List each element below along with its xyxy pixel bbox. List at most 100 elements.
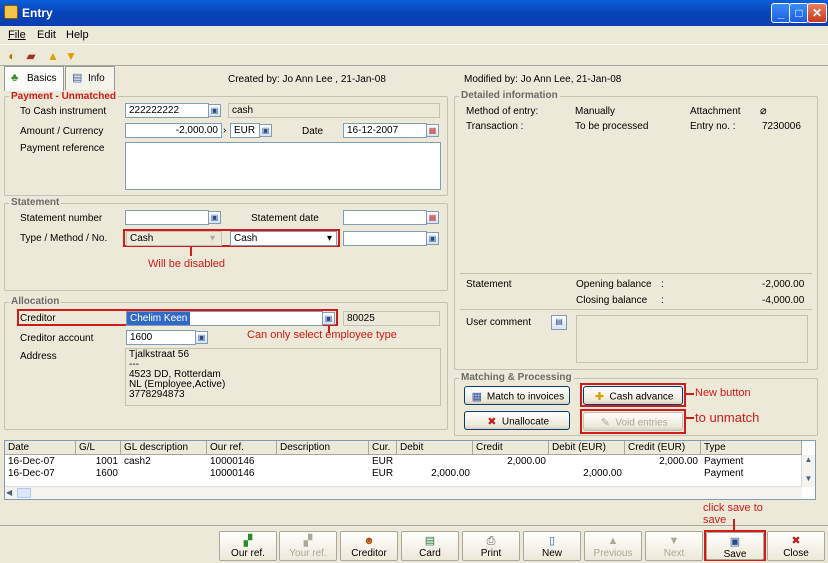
unallocate-button[interactable]: ✖ Unallocate — [464, 411, 570, 430]
arrow-up-icon[interactable]: ▲ — [46, 49, 60, 63]
detailed-info-title: Detailed information — [459, 90, 560, 101]
card-icon: ▤ — [424, 535, 436, 547]
user-comment-box[interactable] — [576, 315, 808, 363]
statement-no-input[interactable] — [343, 231, 427, 246]
statement-date-label: Statement date — [251, 213, 319, 224]
method-select[interactable]: Cash — [230, 231, 337, 246]
creditor-account-label: Creditor account — [20, 333, 94, 344]
closing-balance-value: -4,000.00 — [762, 295, 805, 306]
currency-input[interactable]: EUR — [230, 123, 260, 138]
type-method-label: Type / Method / No. — [20, 233, 108, 244]
column-header[interactable]: Our ref. — [207, 441, 277, 455]
statement-balance-label: Statement — [466, 279, 512, 290]
basics-icon: ♣ — [11, 72, 19, 84]
type-select[interactable]: Cash — [126, 231, 222, 246]
person-icon: ☻ — [363, 535, 375, 547]
statement-date-input[interactable] — [343, 210, 427, 225]
cell-currency: EUR — [372, 468, 394, 479]
payment-title: Payment - Unmatched — [9, 91, 119, 102]
previous-button[interactable]: ▲ Previous — [584, 531, 642, 561]
back-icon[interactable]: ◐ — [5, 49, 19, 63]
cash-advance-label: Cash advance — [609, 391, 674, 403]
paperclip-icon[interactable]: ⌀ — [760, 104, 767, 117]
statement-no-lookup-icon[interactable]: ▣ — [426, 232, 439, 245]
tab-basics[interactable]: ♣ Basics — [4, 66, 64, 91]
account-lookup-icon[interactable]: ▣ — [195, 331, 208, 344]
column-header[interactable]: Cur. — [369, 441, 397, 455]
creditor-code: 80025 — [343, 311, 440, 326]
annotation-arrow — [686, 417, 694, 419]
column-header[interactable]: Credit — [473, 441, 549, 455]
column-header[interactable]: Date — [5, 441, 76, 455]
print-label: Print — [480, 548, 502, 559]
match-icon: ▦ — [471, 391, 483, 403]
currency-lookup-icon[interactable]: ▣ — [259, 124, 272, 137]
column-header[interactable]: GL description — [121, 441, 207, 455]
vertical-scrollbar[interactable]: ▲ ▼ — [801, 455, 815, 487]
match-invoices-button[interactable]: ▦ Match to invoices — [464, 386, 570, 405]
creditor-input[interactable]: Chelim Keen — [126, 311, 323, 326]
statement-number-input[interactable] — [125, 210, 209, 225]
annotation-new-button: New button — [695, 387, 751, 399]
column-header[interactable]: G/L — [76, 441, 121, 455]
divider — [460, 273, 812, 274]
creditor-lookup-icon[interactable]: ▣ — [322, 312, 335, 325]
column-header[interactable]: Description — [277, 441, 369, 455]
column-header[interactable]: Type — [701, 441, 802, 455]
amount-input[interactable]: -2,000.00 — [125, 123, 222, 138]
new-button[interactable]: ▯ New — [523, 531, 581, 561]
amount-label: Amount / Currency — [20, 126, 104, 137]
calendar-icon[interactable]: ▦ — [426, 124, 439, 137]
arrow-down-icon[interactable]: ▼ — [64, 49, 78, 63]
cell-our-ref: 10000146 — [210, 468, 255, 479]
statement-calendar-icon[interactable]: ▦ — [426, 211, 439, 224]
your-ref-button[interactable]: ▞ Your ref. — [279, 531, 337, 561]
print-button[interactable]: ⎙ Print — [462, 531, 520, 561]
next-button[interactable]: ▼ Next — [645, 531, 703, 561]
opening-separator: : — [661, 279, 664, 290]
tab-info[interactable]: ▤ Info — [65, 66, 115, 90]
cash-instrument-input[interactable]: 222222222 — [125, 103, 209, 118]
menu-file[interactable]: File — [8, 29, 26, 41]
scroll-thumb[interactable] — [17, 488, 31, 498]
scroll-down-icon[interactable]: ▼ — [802, 474, 815, 486]
menu-help[interactable]: Help — [66, 29, 89, 41]
column-header[interactable]: Credit (EUR) — [625, 441, 701, 455]
close-label: Close — [783, 548, 809, 559]
method-of-entry-value: Manually — [575, 106, 616, 117]
creditor-button[interactable]: ☻ Creditor — [340, 531, 398, 561]
creditor-account-input[interactable]: 1600 — [126, 330, 196, 345]
scroll-left-icon[interactable]: ◀ — [6, 488, 12, 497]
void-entries-button[interactable]: ✎ Void entries — [583, 412, 683, 431]
next-label: Next — [663, 548, 685, 559]
void-entries-label: Void entries — [615, 417, 668, 429]
card-button[interactable]: ▤ Card — [401, 531, 459, 561]
our-ref-button[interactable]: ▞ Our ref. — [219, 531, 277, 561]
our-ref-icon: ▞ — [243, 535, 253, 547]
cell-gl: 1001 — [95, 456, 118, 467]
column-header[interactable]: Debit (EUR) — [549, 441, 625, 455]
maximize-button[interactable]: □ — [789, 3, 809, 23]
lookup-icon[interactable]: ▣ — [208, 104, 221, 117]
minimize-button[interactable]: _ — [771, 3, 791, 23]
method-of-entry-label: Method of entry: — [466, 106, 539, 117]
column-header[interactable]: Debit — [397, 441, 473, 455]
scroll-up-icon[interactable]: ▲ — [802, 455, 815, 467]
menu-edit[interactable]: Edit — [37, 29, 56, 41]
date-input[interactable]: 16-12-2007 — [343, 123, 427, 138]
cash-instrument-label: To Cash instrument — [20, 106, 107, 117]
previous-label: Previous — [593, 548, 633, 559]
new-label: New — [541, 548, 562, 559]
book-icon[interactable]: ▰ — [24, 49, 38, 63]
method-dropdown-icon[interactable]: ▾ — [327, 233, 332, 244]
statement-lookup-icon[interactable]: ▣ — [208, 211, 221, 224]
payment-reference-input[interactable] — [125, 142, 441, 190]
save-button[interactable]: ▣ Save — [706, 532, 764, 560]
comment-edit-icon[interactable]: ▤ — [551, 315, 567, 330]
cell-debit — [397, 456, 473, 468]
close-button[interactable]: ✖ Close — [767, 531, 825, 561]
horizontal-scrollbar[interactable]: ◀ — [5, 486, 802, 499]
close-window-button[interactable]: ✕ — [807, 3, 827, 23]
cash-advance-button[interactable]: ✚ Cash advance — [583, 386, 683, 405]
transaction-value: To be processed — [575, 121, 649, 132]
